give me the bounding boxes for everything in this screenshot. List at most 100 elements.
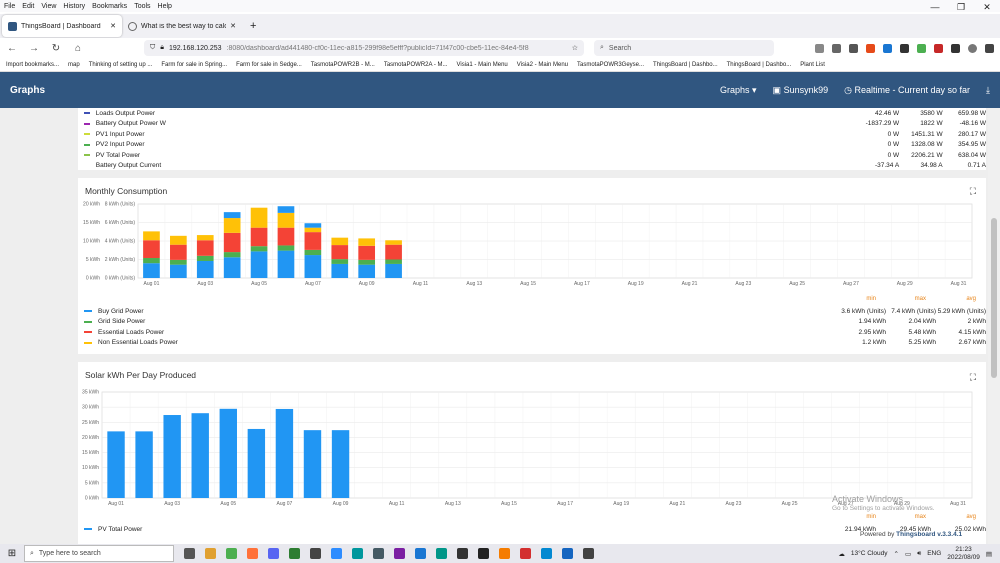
app-icon[interactable] [310, 548, 321, 559]
y-tick-label: 0 kWh [86, 276, 100, 282]
legend-row[interactable]: PV2 Input Power 0 W 1328.08 W 354.95 W [78, 140, 986, 151]
pocket-icon[interactable] [815, 43, 824, 53]
legend-row[interactable]: Grid Side Power 1.94 kWh 2.04 kWh 2 kWh [78, 317, 986, 328]
zoom-icon[interactable] [331, 548, 342, 559]
dashboard-state-dropdown[interactable]: Graphs ▾ [720, 85, 757, 96]
account-icon[interactable] [968, 43, 977, 53]
menu-tools[interactable]: Tools [134, 3, 150, 10]
discord-icon[interactable] [268, 548, 279, 559]
taskbar-search-input[interactable]: ⌕ Type here to search [24, 545, 174, 562]
extension-icon[interactable] [883, 43, 892, 53]
extension-icon[interactable] [900, 43, 909, 53]
tab-calculate[interactable]: What is the best way to calculat ✕ [122, 15, 242, 37]
menu-history[interactable]: History [63, 3, 85, 10]
chrome-icon[interactable] [226, 548, 237, 559]
fullscreen-icon[interactable]: ⛶ [970, 186, 976, 197]
tab-thingsboard[interactable]: ThingsBoard | Dashboard ✕ [2, 15, 122, 37]
bookmark-item[interactable]: Plant List [800, 62, 825, 68]
timewindow-selector[interactable]: ◷ Realtime - Current day so far [844, 85, 970, 96]
app-icon[interactable] [520, 548, 531, 559]
menu-view[interactable]: View [41, 3, 56, 10]
minimize-icon[interactable]: — [922, 0, 948, 14]
app-icon[interactable] [583, 548, 594, 559]
fullscreen-icon[interactable]: ⛶ [970, 372, 976, 383]
network-icon[interactable]: ▭ [905, 550, 911, 558]
y2-tick-label: 0 kWh (Units) [105, 276, 136, 282]
download-icon[interactable]: ⤓ [986, 85, 990, 96]
menu-file[interactable]: File [4, 3, 15, 10]
notifications-icon[interactable]: ▤ [986, 550, 992, 558]
legend-row[interactable]: Loads Output Power 42.46 W 3580 W 659.98 W [78, 108, 986, 119]
powered-brand-link[interactable]: Thingsboard v.3.3.4.1 [896, 531, 962, 538]
back-icon[interactable]: ← [6, 43, 18, 54]
legend-row[interactable]: Battery Output Current -37.34 A 34.98 A 0.7… [78, 161, 986, 172]
menu-help[interactable]: Help [158, 3, 172, 10]
vscode-icon[interactable] [541, 548, 552, 559]
extension-icon[interactable] [951, 43, 960, 53]
x-tick-label: Aug 27 [843, 281, 859, 287]
app-icon[interactable] [373, 548, 384, 559]
url-bar[interactable]: ⛉ 🔒︎ 192.168.120.253 :8080/dashboard/ad4… [144, 40, 584, 56]
bookmark-item[interactable]: Visia2 - Main Menu [517, 62, 568, 68]
language-label[interactable]: ENG [927, 550, 941, 557]
app-icon[interactable] [415, 548, 426, 559]
home-icon[interactable]: ⌂ [72, 43, 84, 54]
forward-icon[interactable]: → [28, 43, 40, 54]
windows-start-icon[interactable]: ⊞ [0, 548, 24, 559]
download-icon[interactable] [832, 43, 841, 53]
legend-row[interactable]: Buy Grid Power 3.6 kWh (Units) 7.4 kWh (Un… [78, 306, 986, 317]
app-icon[interactable] [289, 548, 300, 559]
bookmark-item[interactable]: Visia1 - Main Menu [457, 62, 508, 68]
tab-close-icon[interactable]: ✕ [230, 22, 236, 30]
scrollbar-thumb[interactable] [991, 218, 997, 378]
bookmark-item[interactable]: Farm for sale in Sedge... [236, 62, 302, 68]
entity-selector[interactable]: ▣ Sunsynk99 [773, 85, 829, 96]
bookmark-item[interactable]: TasmotaPOWR2A - M... [384, 62, 448, 68]
app-icon[interactable] [562, 548, 573, 559]
app-icon[interactable] [478, 548, 489, 559]
task-view-icon[interactable] [184, 548, 195, 559]
clock[interactable]: 21:23 2022/08/09 [947, 546, 980, 562]
restore-icon[interactable]: ❐ [948, 0, 974, 14]
legend-row[interactable]: PV Total Power 0 W 2206.21 W 638.04 W [78, 150, 986, 161]
app-icon[interactable] [457, 548, 468, 559]
legend-row[interactable]: PV1 Input Power 0 W 1451.31 W 280.17 W [78, 129, 986, 140]
reload-icon[interactable]: ↻ [50, 43, 62, 54]
extension-icon[interactable] [866, 43, 875, 53]
new-tab-icon[interactable]: + [250, 20, 256, 32]
extension-icon[interactable] [917, 43, 926, 53]
firefox-icon[interactable] [247, 548, 258, 559]
bar [304, 232, 322, 250]
bookmark-item[interactable]: map [68, 62, 80, 68]
menu-bookmarks[interactable]: Bookmarks [92, 3, 127, 10]
bookmark-item[interactable]: ThingsBoard | Dashbo... [653, 62, 718, 68]
arduino-icon[interactable] [352, 548, 363, 559]
legend-row[interactable]: Essential Loads Power 2.95 kWh 5.48 kWh 4.1… [78, 327, 986, 338]
bookmark-item[interactable]: Thinking of setting up ... [89, 62, 153, 68]
bookmark-item[interactable]: ThingsBoard | Dashbo... [727, 62, 792, 68]
legend-row[interactable]: Battery Output Power W -1837.29 W 1822 W -4… [78, 119, 986, 130]
menu-edit[interactable]: Edit [22, 3, 34, 10]
weather-label[interactable]: 13°C Cloudy [851, 550, 888, 557]
menu-icon[interactable] [985, 43, 994, 53]
tray-chevron-icon[interactable]: ⌃ [893, 550, 898, 558]
page-scrollbar[interactable] [988, 108, 1000, 544]
tab-close-icon[interactable]: ✕ [110, 22, 116, 30]
file-explorer-icon[interactable] [205, 548, 216, 559]
app-icon[interactable] [436, 548, 447, 559]
app-icon[interactable] [394, 548, 405, 559]
bitcoin-icon[interactable] [499, 548, 510, 559]
y2-tick-label: 2 kWh (Units) [105, 257, 136, 263]
bookmark-item[interactable]: Import bookmarks... [6, 62, 59, 68]
legend-row[interactable]: PV Total Power 21.94 kWh 29.45 kWh 25.02 kW… [78, 524, 986, 535]
library-icon[interactable] [849, 43, 858, 53]
bookmark-item[interactable]: TasmotaPOWR2B - M... [311, 62, 375, 68]
extension-icon[interactable] [934, 43, 943, 53]
bookmark-item[interactable]: TasmotaPOWR3Geyse... [577, 62, 644, 68]
volume-icon[interactable]: 🔊︎ [917, 550, 921, 558]
search-input[interactable]: ⌕ Search [594, 40, 774, 56]
bookmark-star-icon[interactable]: ☆ [572, 44, 578, 52]
legend-row[interactable]: Non Essential Loads Power 1.2 kWh 5.25 kWh… [78, 338, 986, 349]
close-icon[interactable]: ✕ [974, 0, 1000, 14]
bookmark-item[interactable]: Farm for sale in Spring... [161, 62, 227, 68]
